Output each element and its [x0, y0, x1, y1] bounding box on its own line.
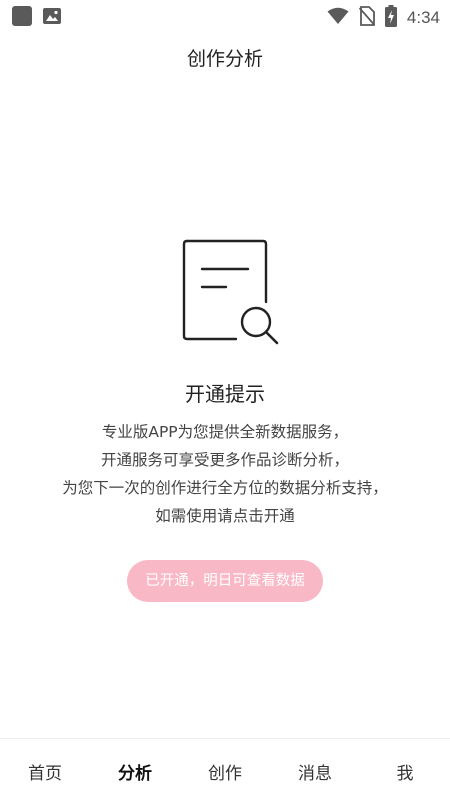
- wifi-icon: [327, 7, 349, 29]
- prompt-title: 开通提示: [185, 382, 265, 406]
- status-left: [12, 6, 62, 26]
- nav-item-messages[interactable]: 消息: [298, 759, 332, 784]
- description-line: 开通服务可享受更多作品诊断分析，: [100, 451, 349, 469]
- prompt-description: 专业版APP为您提供全新数据服务， 开通服务可享受更多作品诊断分析， 为您下一次…: [0, 418, 450, 530]
- nav-item-analysis[interactable]: 分析: [118, 759, 152, 784]
- document-search-icon: [180, 236, 284, 346]
- battery-charging-icon: [384, 5, 397, 31]
- status-time: 4:34: [406, 8, 440, 27]
- notification-square-icon: [12, 6, 32, 26]
- page-title: 创作分析: [186, 48, 263, 70]
- status-bar: 4:34: [0, 0, 450, 32]
- screen: 4:34 创作分析 开通提示 专业版APP为您提供全新数据服务， 开通服务可享受…: [0, 0, 450, 800]
- nav-item-home[interactable]: 首页: [28, 759, 62, 784]
- description-line: 专业版APP为您提供全新数据服务，: [101, 423, 349, 441]
- no-sim-icon: [358, 6, 376, 30]
- nav-item-me[interactable]: 我: [397, 759, 414, 784]
- nav-item-create[interactable]: 创作: [208, 759, 242, 784]
- status-right: 4:34: [327, 5, 440, 31]
- description-line: 如需使用请点击开通: [155, 507, 295, 525]
- description-line: 为您下一次的创作进行全方位的数据分析支持，: [62, 479, 388, 497]
- activated-button[interactable]: 已开通，明日可查看数据: [127, 560, 323, 602]
- bottom-nav: 首页 分析 创作 消息 我: [0, 738, 450, 800]
- image-icon: [42, 6, 62, 26]
